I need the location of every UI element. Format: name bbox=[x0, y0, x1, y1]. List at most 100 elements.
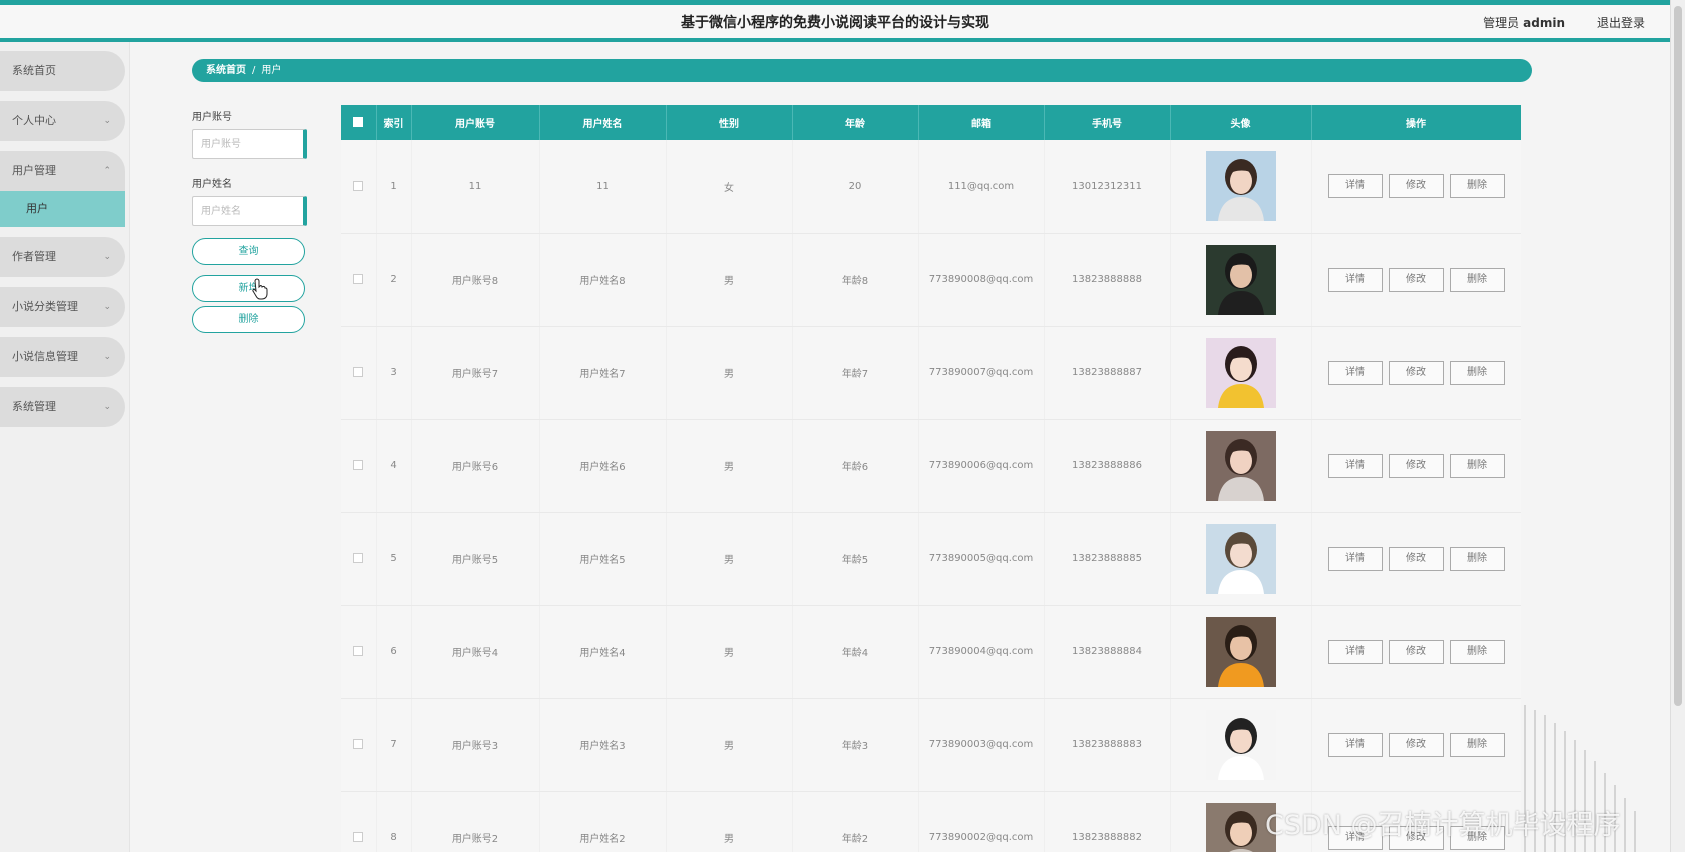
scrollbar-thumb[interactable] bbox=[1674, 6, 1682, 706]
admin-role: 管理员 bbox=[1483, 16, 1520, 30]
row-checkbox[interactable] bbox=[353, 646, 364, 656]
row-checkbox[interactable] bbox=[353, 832, 364, 842]
cell-name: 用户姓名2 bbox=[539, 791, 667, 852]
avatar bbox=[1205, 709, 1276, 780]
logout-button[interactable]: 退出登录 bbox=[1597, 14, 1645, 31]
column-header: 年龄 bbox=[792, 105, 919, 140]
sidebar-item-profile[interactable]: 个人中心 ⌄ bbox=[0, 101, 125, 141]
cell-email: 773890007@qq.com bbox=[918, 326, 1045, 420]
row-checkbox[interactable] bbox=[353, 274, 364, 284]
breadcrumb-home[interactable]: 系统首页 bbox=[206, 65, 246, 76]
table-row: 4 用户账号6 用户姓名6 男年龄6 773890006@qq.com 138238888… bbox=[341, 419, 1521, 513]
delete-button[interactable]: 删除 bbox=[1449, 453, 1505, 478]
cell-email: 773890003@qq.com bbox=[918, 698, 1045, 792]
detail-button[interactable]: 详情 bbox=[1327, 267, 1383, 292]
account-search-input[interactable] bbox=[192, 129, 307, 159]
add-button[interactable]: 新增 bbox=[192, 275, 305, 302]
edit-button[interactable]: 修改 bbox=[1388, 360, 1444, 385]
hand-cursor-icon bbox=[252, 278, 268, 300]
cell-account: 用户账号4 bbox=[411, 605, 540, 699]
cell-age: 年龄5 bbox=[792, 512, 919, 606]
row-checkbox[interactable] bbox=[353, 460, 364, 470]
edit-button[interactable]: 修改 bbox=[1388, 546, 1444, 571]
name-label: 用户姓名 bbox=[192, 179, 232, 190]
row-checkbox[interactable] bbox=[353, 553, 364, 563]
row-checkbox[interactable] bbox=[353, 180, 364, 191]
chevron-down-icon: ⌄ bbox=[103, 352, 111, 362]
chevron-down-icon: ⌄ bbox=[103, 302, 111, 312]
cell-index: 8 bbox=[376, 791, 412, 852]
cell-index: 7 bbox=[376, 698, 412, 792]
sidebar-item-label: 小说信息管理 bbox=[12, 350, 78, 363]
breadcrumb-current: 用户 bbox=[261, 65, 282, 76]
avatar bbox=[1205, 616, 1276, 687]
sidebar: 系统首页 个人中心 ⌄ 用户管理 ⌃ 用户 作者管理 ⌄ 小说分类管理 ⌄ 小说… bbox=[0, 42, 130, 852]
name-search-input[interactable] bbox=[192, 196, 307, 226]
delete-button[interactable]: 删除 bbox=[1449, 267, 1505, 292]
detail-button[interactable]: 详情 bbox=[1327, 732, 1383, 757]
user-table: 索引 用户账号 用户姓名 性别 年龄 邮箱 手机号 头像 操作 1 11 11 女 20… bbox=[341, 105, 1521, 852]
batch-delete-button[interactable]: 删除 bbox=[192, 306, 305, 333]
column-header: 手机号 bbox=[1044, 105, 1171, 140]
sidebar-subitem-users[interactable]: 用户 bbox=[0, 191, 125, 227]
sidebar-item-user-management[interactable]: 用户管理 ⌃ bbox=[0, 151, 125, 191]
delete-button[interactable]: 删除 bbox=[1449, 360, 1505, 385]
delete-button[interactable]: 删除 bbox=[1449, 546, 1505, 571]
column-header: 用户姓名 bbox=[539, 105, 667, 140]
cell-phone: 13823888882 bbox=[1044, 791, 1171, 852]
delete-button[interactable]: 删除 bbox=[1449, 174, 1505, 199]
cell-account: 用户账号3 bbox=[411, 698, 540, 792]
row-select-cell bbox=[341, 512, 377, 606]
edit-button[interactable]: 修改 bbox=[1388, 639, 1444, 664]
page-scrollbar[interactable] bbox=[1670, 0, 1685, 852]
cell-index: 6 bbox=[376, 605, 412, 699]
cell-name: 用户姓名7 bbox=[539, 326, 667, 420]
top-bar: 基于微信小程序的免费小说阅读平台的设计与实现 管理员 admin 退出登录 bbox=[0, 0, 1670, 42]
avatar bbox=[1205, 337, 1276, 408]
sidebar-item-category-management[interactable]: 小说分类管理 ⌄ bbox=[0, 287, 125, 327]
row-checkbox[interactable] bbox=[353, 367, 364, 377]
query-button[interactable]: 查询 bbox=[192, 238, 305, 265]
cell-phone: 13823888883 bbox=[1044, 698, 1171, 792]
sidebar-item-novel-management[interactable]: 小说信息管理 ⌄ bbox=[0, 337, 125, 377]
delete-button[interactable]: 删除 bbox=[1449, 639, 1505, 664]
edit-button[interactable]: 修改 bbox=[1388, 267, 1444, 292]
cell-name: 用户姓名5 bbox=[539, 512, 667, 606]
select-all-checkbox[interactable] bbox=[353, 117, 364, 127]
sidebar-item-home[interactable]: 系统首页 bbox=[0, 51, 125, 91]
admin-name: admin bbox=[1523, 16, 1565, 30]
cell-avatar bbox=[1170, 140, 1312, 234]
detail-button[interactable]: 详情 bbox=[1327, 453, 1383, 478]
cell-avatar bbox=[1170, 698, 1312, 792]
cell-name: 用户姓名4 bbox=[539, 605, 667, 699]
delete-button[interactable]: 删除 bbox=[1449, 732, 1505, 757]
cell-gender: 男 bbox=[666, 233, 793, 327]
cell-phone: 13823888888 bbox=[1044, 233, 1171, 327]
sidebar-item-system-management[interactable]: 系统管理 ⌄ bbox=[0, 387, 125, 427]
cell-name: 用户姓名8 bbox=[539, 233, 667, 327]
cell-name: 用户姓名3 bbox=[539, 698, 667, 792]
edit-button[interactable]: 修改 bbox=[1388, 453, 1444, 478]
cell-email: 111@qq.com bbox=[918, 140, 1045, 234]
sidebar-item-label: 小说分类管理 bbox=[12, 300, 78, 313]
cell-actions: 详情 修改 删除 bbox=[1311, 698, 1521, 792]
row-checkbox[interactable] bbox=[353, 739, 364, 749]
cell-avatar bbox=[1170, 326, 1312, 420]
cell-avatar bbox=[1170, 512, 1312, 606]
table-row: 2 用户账号8 用户姓名8 男年龄8 773890008@qq.com 138238888… bbox=[341, 233, 1521, 327]
sidebar-item-author-management[interactable]: 作者管理 ⌄ bbox=[0, 237, 125, 277]
watermark: CSDN @召楠计算机毕设程序 bbox=[1265, 810, 1621, 841]
chevron-up-icon: ⌃ bbox=[103, 166, 111, 176]
edit-button[interactable]: 修改 bbox=[1388, 732, 1444, 757]
sidebar-item-label: 用户管理 bbox=[12, 164, 56, 177]
detail-button[interactable]: 详情 bbox=[1327, 174, 1383, 199]
detail-button[interactable]: 详情 bbox=[1327, 546, 1383, 571]
edit-button[interactable]: 修改 bbox=[1388, 174, 1444, 199]
row-select-cell bbox=[341, 233, 377, 327]
cell-gender: 男 bbox=[666, 419, 793, 513]
detail-button[interactable]: 详情 bbox=[1327, 639, 1383, 664]
cell-gender: 男 bbox=[666, 512, 793, 606]
cell-gender: 男 bbox=[666, 605, 793, 699]
avatar bbox=[1205, 430, 1276, 501]
detail-button[interactable]: 详情 bbox=[1327, 360, 1383, 385]
